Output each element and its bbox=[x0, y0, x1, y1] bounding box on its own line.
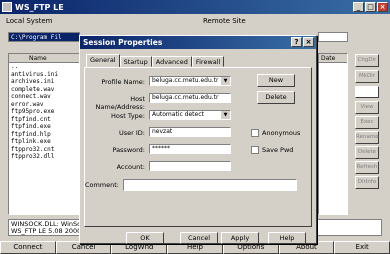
dialog-help-text-button[interactable]: Help bbox=[268, 232, 306, 244]
remote-file-list[interactable]: Date bbox=[318, 53, 348, 215]
new-button[interactable]: New bbox=[257, 74, 295, 87]
general-tab-panel: Profile Name: beluga.cc.metu.edu.tr Host… bbox=[84, 67, 312, 227]
user-id-label: User ID: bbox=[119, 129, 145, 137]
view-button[interactable]: View bbox=[355, 101, 379, 114]
user-id-field[interactable]: nevzat bbox=[149, 127, 231, 137]
remote-date-column-header[interactable]: Date bbox=[319, 54, 347, 63]
dialog-titlebar: Session Properties ? × bbox=[80, 36, 316, 49]
dialog-title: Session Properties bbox=[83, 38, 163, 47]
connect-button[interactable]: Connect bbox=[0, 241, 56, 254]
dialog-help-button[interactable]: ? bbox=[291, 37, 302, 47]
app-title: WS_FTP LE bbox=[15, 2, 64, 12]
delete-profile-button[interactable]: Delete bbox=[257, 91, 295, 104]
tab-firewall[interactable]: Firewall bbox=[191, 56, 225, 67]
chgdir-button[interactable]: ChgDir bbox=[355, 54, 379, 67]
account-field[interactable] bbox=[149, 161, 231, 171]
exit-button[interactable]: Exit bbox=[334, 241, 390, 254]
save-pwd-label: Save Pwd bbox=[262, 146, 294, 154]
list-item[interactable]: connect.wav bbox=[9, 93, 79, 101]
list-item[interactable]: ftplink.exe bbox=[9, 138, 79, 146]
dirinfo-button[interactable]: DirInfo bbox=[355, 176, 379, 189]
password-label: Password: bbox=[112, 146, 145, 154]
host-name-label: Host Name/Address: bbox=[95, 95, 145, 111]
refresh-button[interactable]: Refresh bbox=[355, 161, 379, 174]
anonymous-checkbox-box[interactable] bbox=[251, 129, 259, 137]
close-button[interactable]: × bbox=[377, 2, 388, 12]
apply-button[interactable]: Apply bbox=[221, 232, 259, 244]
dialog-close-button[interactable]: × bbox=[303, 37, 314, 47]
save-pwd-checkbox-box[interactable] bbox=[251, 146, 259, 154]
mkdir-button[interactable]: MkDir bbox=[355, 70, 379, 83]
local-name-column-header[interactable]: Name bbox=[9, 54, 79, 63]
remote-site-label: Remote Site bbox=[203, 17, 246, 25]
tab-startup[interactable]: Startup bbox=[119, 56, 152, 67]
app-titlebar: WS_FTP LE _ □ × bbox=[0, 0, 390, 14]
host-type-select[interactable]: Automatic detect bbox=[149, 110, 231, 120]
remote-path-field[interactable] bbox=[318, 32, 348, 42]
list-item[interactable]: .. bbox=[9, 63, 79, 71]
list-item[interactable]: ftppro32.dll bbox=[9, 153, 79, 161]
list-item[interactable]: error.wav bbox=[9, 101, 79, 109]
remote-blank-field bbox=[355, 86, 379, 98]
account-label: Account: bbox=[116, 163, 145, 171]
profile-name-combo[interactable]: beluga.cc.metu.edu.tr bbox=[149, 76, 231, 86]
list-item[interactable]: ftppro32.cnt bbox=[9, 146, 79, 154]
anonymous-checkbox[interactable]: Anonymous bbox=[251, 129, 300, 137]
app-logo-icon bbox=[2, 2, 12, 12]
local-file-list[interactable]: Name .. antivirus.ini archives.ini compl… bbox=[8, 53, 80, 215]
maximize-button[interactable]: □ bbox=[365, 2, 376, 12]
comment-label: Comment: bbox=[84, 181, 119, 189]
tab-advanced[interactable]: Advanced bbox=[151, 56, 192, 67]
tab-general[interactable]: General bbox=[86, 54, 120, 67]
list-item[interactable]: ftpfind.hlp bbox=[9, 131, 79, 139]
minimize-button[interactable]: _ bbox=[353, 2, 364, 12]
list-item[interactable]: ftp95pro.exe bbox=[9, 108, 79, 116]
list-item[interactable]: complete.wav bbox=[9, 86, 79, 94]
list-item[interactable]: ftpfind.cnt bbox=[9, 116, 79, 124]
anonymous-label: Anonymous bbox=[262, 129, 301, 137]
save-pwd-checkbox[interactable]: Save Pwd bbox=[251, 146, 293, 154]
list-item[interactable]: antivirus.ini bbox=[9, 71, 79, 79]
ok-button[interactable]: OK bbox=[126, 232, 164, 244]
host-type-label: Host Type: bbox=[111, 112, 145, 120]
password-field[interactable]: ****** bbox=[149, 144, 231, 154]
comment-field[interactable] bbox=[123, 179, 297, 191]
profile-name-label: Profile Name: bbox=[101, 78, 145, 86]
dialog-cancel-button[interactable]: Cancel bbox=[180, 232, 218, 244]
list-item[interactable]: archives.ini bbox=[9, 78, 79, 86]
dialog-tabs: General Startup Advanced Firewall bbox=[86, 54, 225, 67]
delete-button[interactable]: Delete bbox=[355, 146, 379, 159]
session-properties-dialog: Session Properties ? × General Startup A… bbox=[79, 35, 317, 244]
exec-button[interactable]: Exec bbox=[355, 116, 379, 129]
local-path-field[interactable]: C:\Program Fil bbox=[8, 32, 80, 42]
rename-button[interactable]: Rename bbox=[355, 131, 379, 144]
host-name-field[interactable]: beluga.cc.metu.edu.tr bbox=[149, 93, 231, 103]
list-item[interactable]: ftpfind.exe bbox=[9, 123, 79, 131]
local-system-label: Local System bbox=[6, 17, 53, 25]
